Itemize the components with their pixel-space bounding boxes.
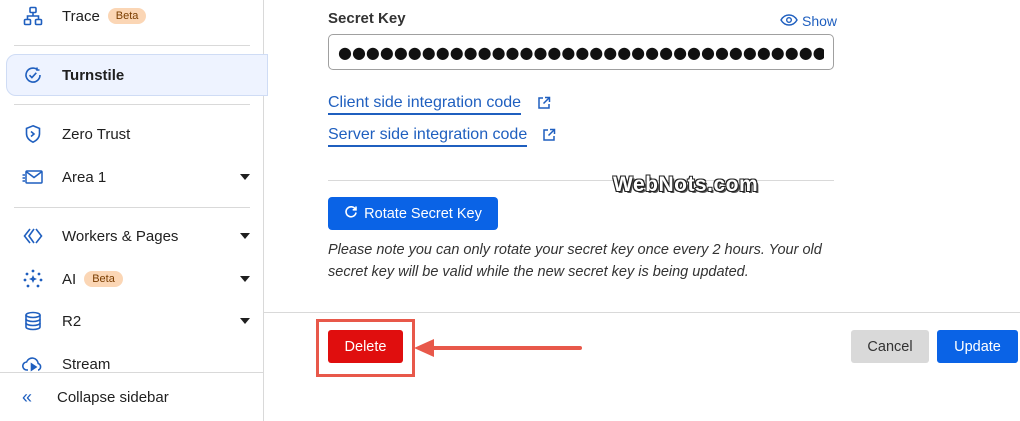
beta-badge: Beta <box>107 7 147 24</box>
sitemap-icon <box>22 5 44 27</box>
shield-icon <box>22 123 44 145</box>
turnstile-icon <box>22 64 44 86</box>
chevron-down-icon[interactable] <box>240 174 250 180</box>
client-integration-link[interactable]: Client side integration code <box>328 94 522 115</box>
secret-key-field[interactable] <box>328 34 834 70</box>
chevron-down-icon[interactable] <box>240 276 250 282</box>
show-label: Show <box>802 13 838 29</box>
sidebar-item-trace[interactable]: Trace Beta <box>0 0 264 36</box>
sidebar: Trace Beta Turnstile Zero Trust Area 1 W… <box>0 0 268 421</box>
delete-button[interactable]: Delete <box>328 330 403 363</box>
workers-icon <box>22 225 44 247</box>
update-button[interactable]: Update <box>937 330 1018 363</box>
cancel-button[interactable]: Cancel <box>851 330 929 363</box>
sidebar-item-workers-pages[interactable]: Workers & Pages <box>0 216 264 256</box>
rotate-note: Please note you can only rotate your sec… <box>328 242 822 280</box>
beta-badge: Beta <box>84 270 123 287</box>
divider <box>14 207 250 208</box>
external-link-icon[interactable] <box>537 96 551 110</box>
sidebar-item-label: R2 <box>62 312 82 330</box>
sidebar-item-label: Trace <box>62 7 100 25</box>
sidebar-item-label: AI <box>62 270 77 288</box>
arrow-annotation-icon <box>414 339 582 357</box>
refresh-icon <box>344 205 358 223</box>
external-link-icon[interactable] <box>542 128 556 142</box>
show-secret-button[interactable]: Show <box>780 13 837 29</box>
sidebar-item-label: Turnstile <box>62 66 125 84</box>
collapse-sidebar-button[interactable]: « Collapse sidebar <box>0 372 264 421</box>
database-icon <box>22 310 44 332</box>
sidebar-item-label: Zero Trust <box>62 125 131 143</box>
rotate-secret-key-button[interactable]: Rotate Secret Key <box>328 197 498 230</box>
eye-icon <box>780 13 798 29</box>
chevron-down-icon[interactable] <box>240 233 250 239</box>
collapse-sidebar-label: Collapse sidebar <box>57 388 169 406</box>
sidebar-item-label: Workers & Pages <box>62 227 179 245</box>
secret-key-label: Secret Key <box>328 10 406 27</box>
chevron-down-icon[interactable] <box>240 318 250 324</box>
double-chevron-left-icon: « <box>22 386 33 407</box>
sidebar-item-zero-trust[interactable]: Zero Trust <box>0 114 264 154</box>
sidebar-item-label: Stream <box>62 355 111 373</box>
server-integration-link[interactable]: Server side integration code <box>328 126 528 147</box>
sidebar-item-r2[interactable]: R2 <box>0 301 264 341</box>
sidebar-item-area-1[interactable]: Area 1 <box>0 157 264 197</box>
rotate-label: Rotate Secret Key <box>364 205 482 222</box>
divider <box>14 104 250 105</box>
divider <box>14 45 250 46</box>
watermark: WebNots.com <box>613 173 759 196</box>
ai-sparkle-icon <box>22 268 44 290</box>
divider <box>264 312 1020 313</box>
sidebar-item-turnstile[interactable]: Turnstile <box>0 55 264 95</box>
sidebar-item-ai[interactable]: AI Beta <box>0 259 264 299</box>
mail-icon <box>22 166 44 188</box>
sidebar-item-label: Area 1 <box>62 168 107 186</box>
